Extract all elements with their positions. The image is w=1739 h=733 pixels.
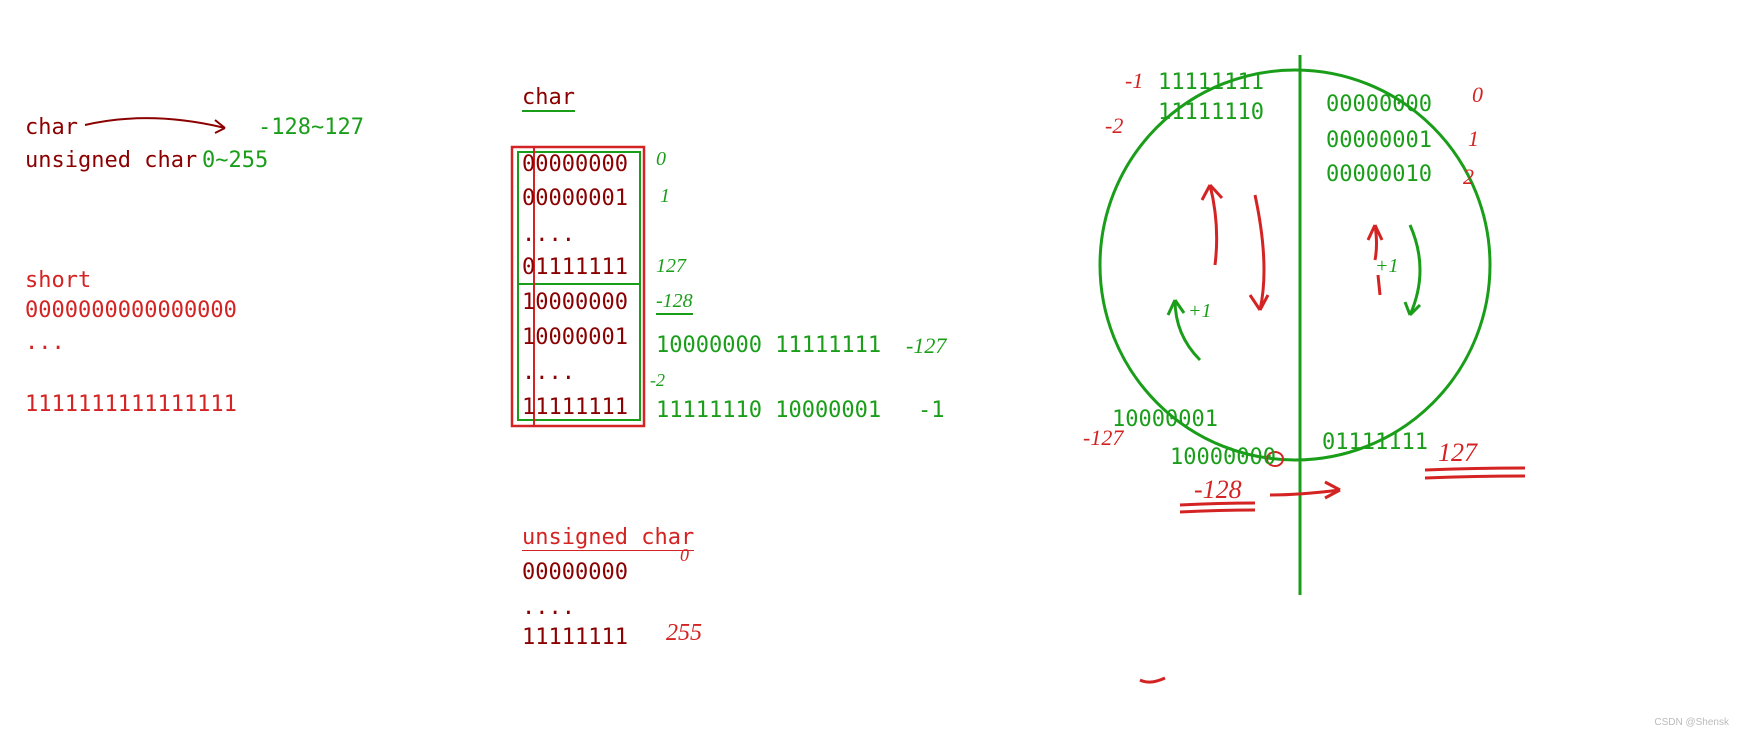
uchar-label: unsigned char: [25, 148, 197, 173]
circ-tr1: 00000000: [1326, 92, 1432, 117]
circ-tr3: 00000010: [1326, 162, 1432, 187]
mid-row-1: 00000001: [522, 186, 628, 211]
watermark: CSDN @Shensk: [1654, 717, 1729, 728]
short-label: short: [25, 268, 91, 293]
circ-ann-zero: 0: [1472, 82, 1483, 108]
circ-ann-127: 127: [1438, 438, 1477, 468]
circ-ann-neg127: -127: [1083, 425, 1123, 451]
circ-plus1-left: +1: [1188, 300, 1212, 323]
ann-127: 127: [656, 255, 686, 278]
circ-bl2: 10000000: [1170, 445, 1276, 470]
ann-neg1-bits: 11111110 10000001: [656, 398, 881, 423]
ann-neg127: -127: [906, 333, 946, 359]
uchar-ann-255: 255: [666, 620, 702, 647]
uchar-title: unsigned char: [522, 525, 694, 551]
circ-ann-neg1: -1: [1125, 68, 1143, 94]
uchar-range: 0~255: [202, 148, 268, 173]
mid-row-dots1: ....: [522, 222, 575, 247]
mid-row-dots2: ....: [522, 360, 575, 385]
ann-neg1: -1: [918, 398, 945, 423]
circ-tr2: 00000001: [1326, 128, 1432, 153]
uchar-dots: ....: [522, 595, 575, 620]
mid-row-128: 10000000: [522, 290, 628, 315]
short-dots: ...: [25, 330, 65, 355]
uchar-255: 11111111: [522, 625, 628, 650]
circ-ann-neg128: -128: [1194, 475, 1242, 505]
ann-neg128: -128: [656, 290, 693, 315]
circ-bl1: 10000001: [1112, 407, 1218, 432]
circ-plus1-right: +1: [1375, 255, 1399, 278]
mid-row-127: 01111111: [522, 255, 628, 280]
circ-ann-neg2: -2: [1105, 113, 1123, 139]
uchar-ann-0: 0: [680, 545, 689, 566]
circ-tl1: 11111111: [1158, 70, 1264, 95]
diagram-svg: [0, 0, 1739, 733]
circ-ann-two: 2: [1463, 164, 1474, 190]
mid-row-255: 11111111: [522, 395, 628, 420]
circ-ann-one: 1: [1468, 126, 1479, 152]
circ-tl2: 11111110: [1158, 100, 1264, 125]
ann-neg127-bits: 10000000 11111111: [656, 333, 881, 358]
short-zero: 0000000000000000: [25, 298, 237, 323]
char-range: -128~127: [258, 115, 364, 140]
circ-br1: 01111111: [1322, 430, 1428, 455]
short-max: 1111111111111111: [25, 392, 237, 417]
mid-char-title: char: [522, 85, 575, 112]
ann-1: 1: [660, 185, 670, 208]
char-label: char: [25, 115, 78, 140]
uchar-0: 00000000: [522, 560, 628, 585]
mid-row-129: 10000001: [522, 325, 628, 350]
ann-0: 0: [656, 148, 666, 171]
mid-row-0: 00000000: [522, 152, 628, 177]
ann-neg2: -2: [650, 370, 665, 391]
